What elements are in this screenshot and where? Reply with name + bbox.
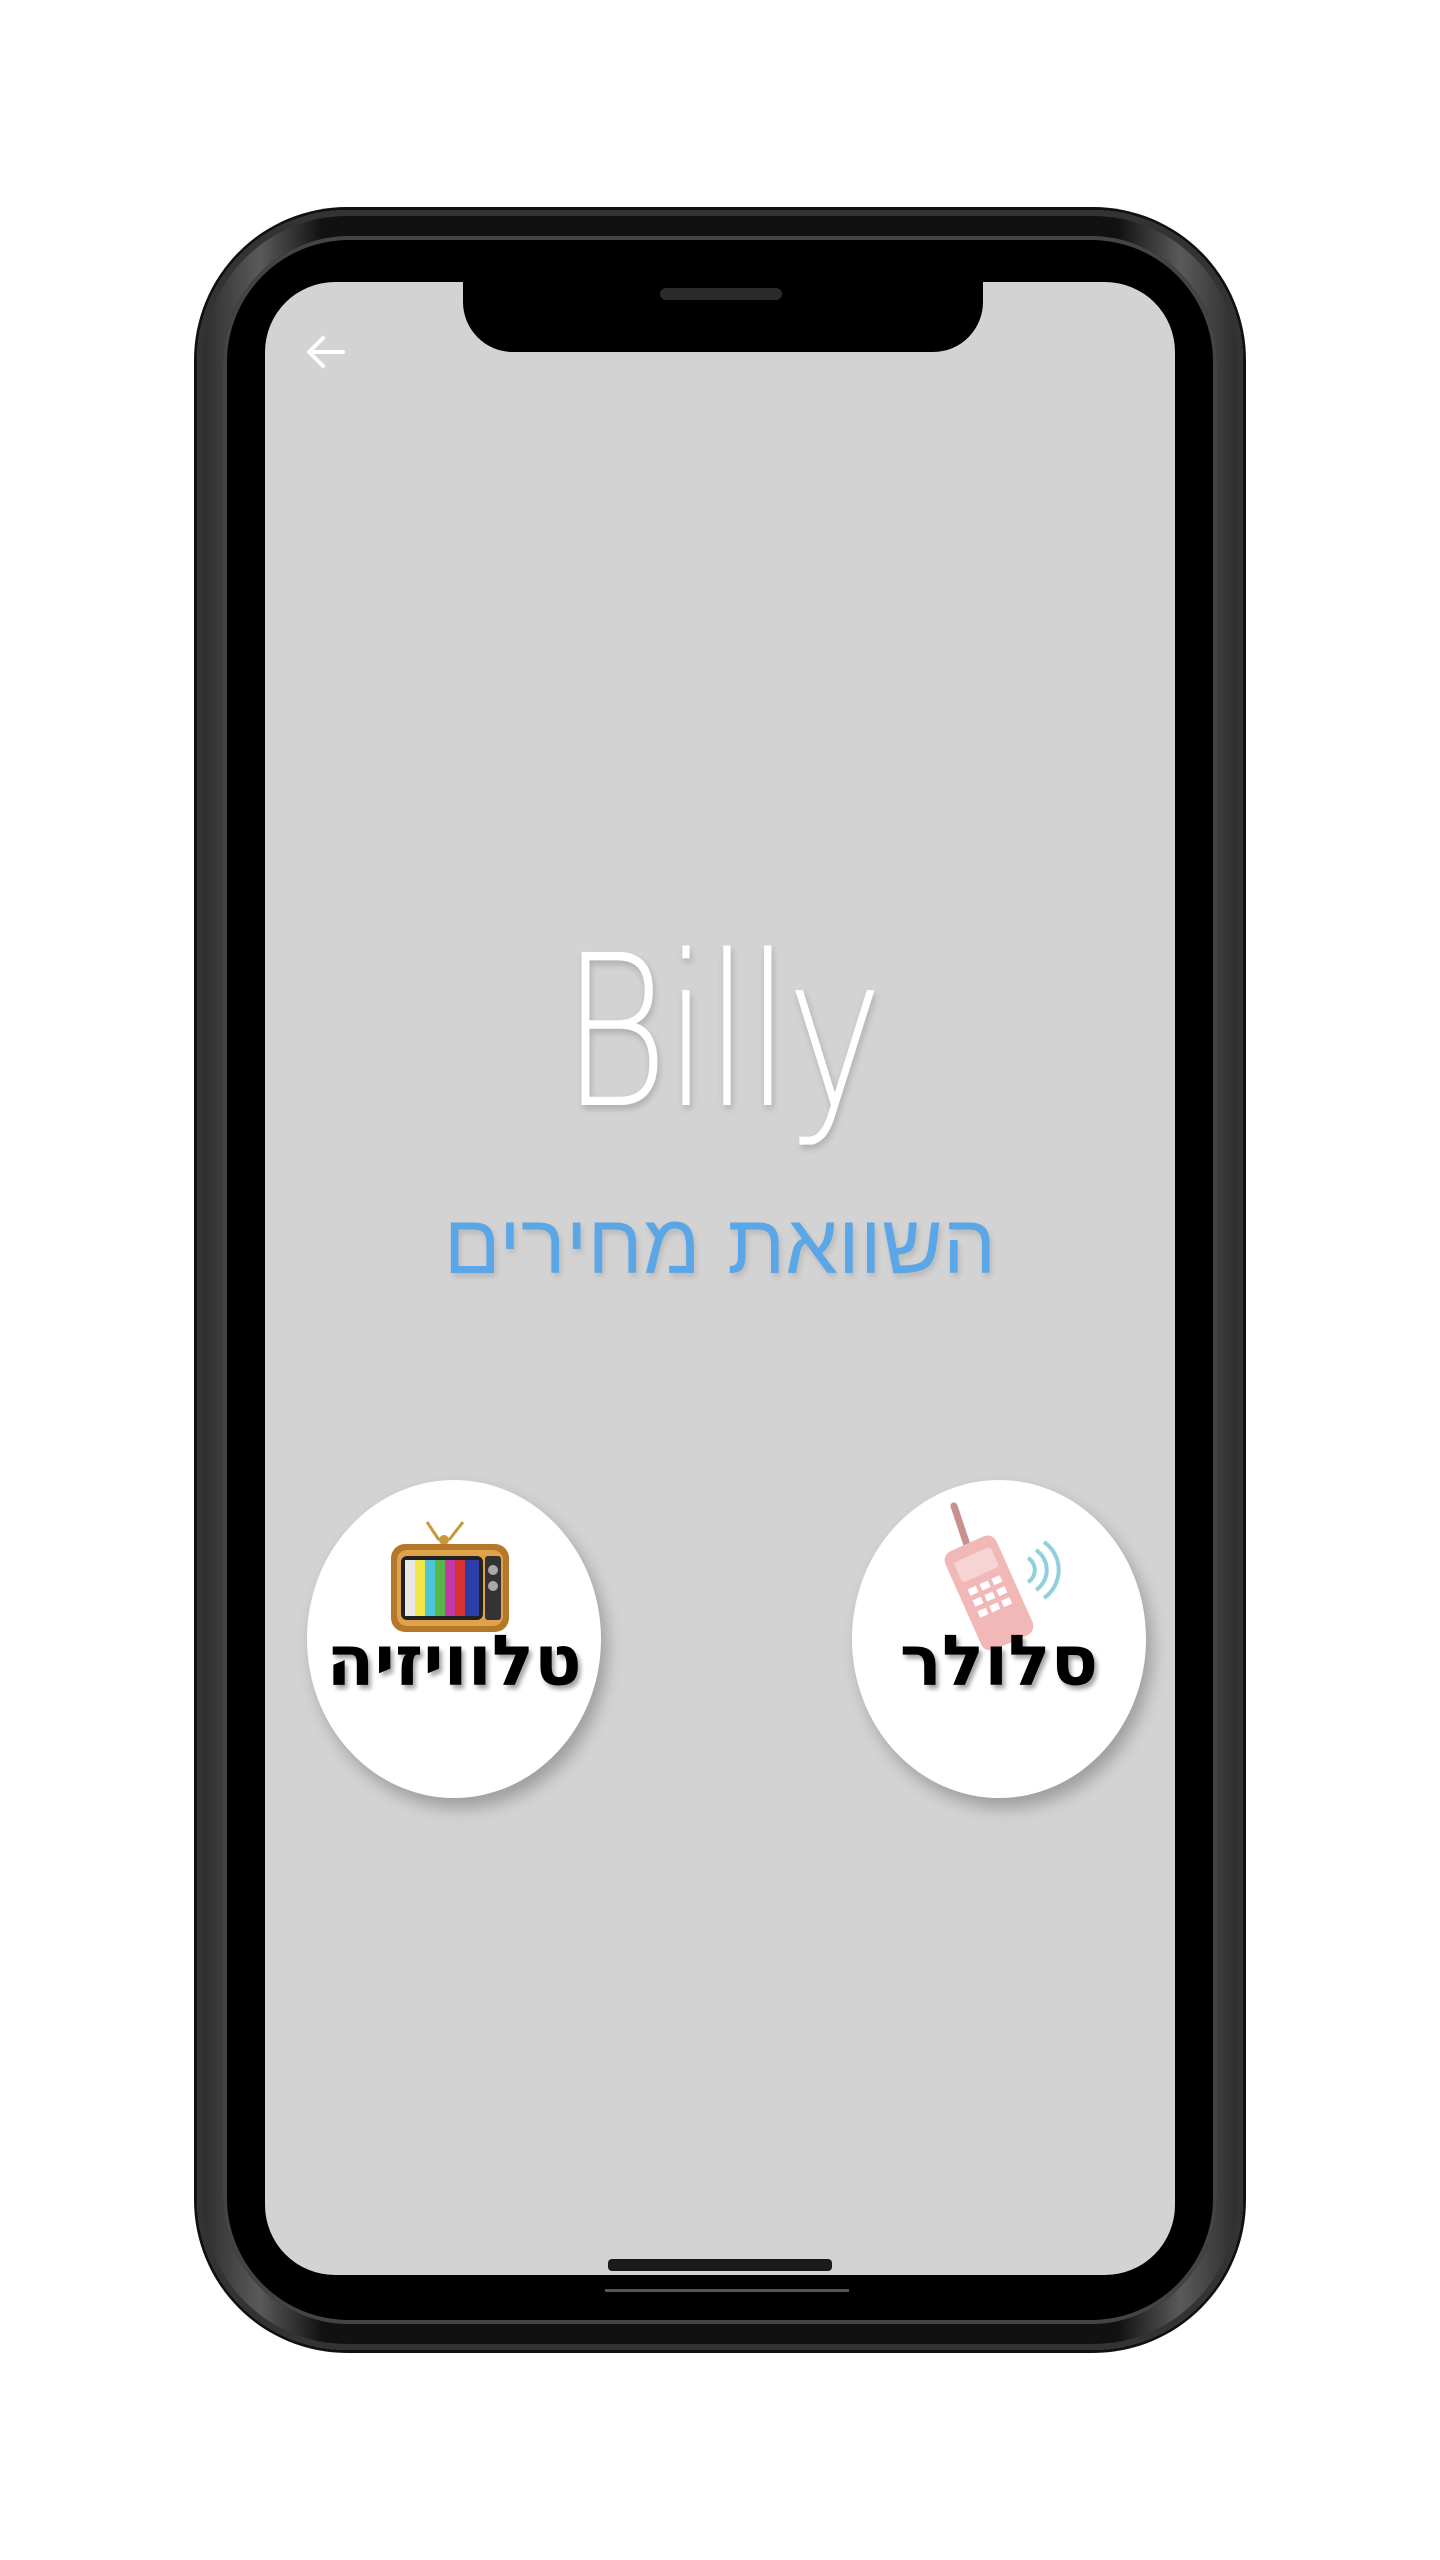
app-title: Billy [561,910,883,1155]
app-subtitle: השוואת מחירים [443,1195,997,1293]
cellular-category-button[interactable]: סלולר [852,1480,1146,1798]
back-button[interactable] [297,324,353,380]
phone-bottom-bezel [287,2275,1153,2295]
tv-category-button[interactable]: טלוויזיה [307,1480,601,1798]
arrow-left-icon [307,336,345,368]
cellular-category-label: סלולר [899,1620,1099,1702]
phone-notch [463,262,983,352]
home-indicator[interactable] [608,2259,832,2271]
phone-speaker [660,288,782,300]
tv-category-label: טלוויזיה [326,1620,582,1702]
home-indicator-line [605,2289,849,2292]
